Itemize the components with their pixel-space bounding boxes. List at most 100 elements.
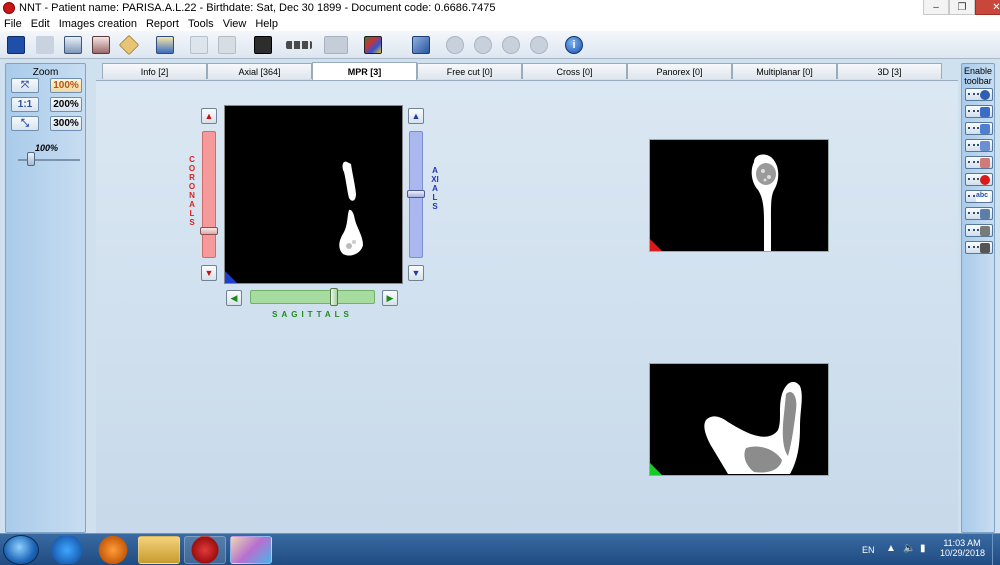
coronal-bone-image — [751, 154, 779, 251]
last-icon[interactable] — [530, 36, 548, 54]
taskbar: EN ▲ 🔈 ▮ 11:03 AM 10/29/2018 — [0, 533, 1000, 565]
menu-images-creation[interactable]: Images creation — [59, 18, 137, 30]
layout-icon[interactable] — [286, 41, 312, 49]
line-tool-button[interactable] — [965, 156, 993, 169]
angle-icon — [980, 107, 990, 117]
enable-toolbar-title-line2: toolbar — [964, 76, 992, 86]
tab-multiplanar[interactable]: Multiplanar [0] — [732, 63, 837, 79]
clock[interactable]: 11:03 AM 10/29/2018 — [940, 538, 985, 558]
tab-panorex[interactable]: Panorex [0] — [627, 63, 732, 79]
play-icon[interactable] — [502, 36, 520, 54]
copy-icon[interactable] — [64, 36, 82, 54]
title-bar: NNT - Patient name: PARISA.A.L.22 - Birt… — [0, 0, 1000, 16]
window-title: NNT - Patient name: PARISA.A.L.22 - Birt… — [19, 2, 496, 14]
sagittal-slider-thumb[interactable] — [330, 288, 338, 306]
axial-down-button[interactable]: ▼ — [408, 265, 424, 281]
language-indicator[interactable]: EN — [862, 545, 875, 555]
hand-tool-button[interactable] — [965, 241, 993, 254]
eraser-icon[interactable] — [118, 34, 140, 56]
zoom-100-button[interactable]: 100% — [50, 78, 82, 93]
info-icon[interactable]: i — [565, 36, 583, 54]
main-toolbar: i — [0, 31, 1000, 59]
previous-icon[interactable] — [474, 36, 492, 54]
start-button[interactable] — [3, 535, 39, 565]
window-controls: – ❐ ✕ — [923, 0, 1000, 15]
menu-help[interactable]: Help — [255, 18, 278, 30]
app-logo-icon — [3, 2, 15, 14]
media-player-icon[interactable] — [92, 536, 134, 564]
paste-icon[interactable] — [156, 36, 174, 54]
draw-icon — [980, 226, 990, 236]
axial-up-button[interactable]: ▲ — [408, 108, 424, 124]
view-tabs: Info [2] Axial [364] MPR [3] Free cut [0… — [102, 62, 942, 80]
tab-info[interactable]: Info [2] — [102, 63, 207, 79]
ruler-tool-button[interactable] — [965, 122, 993, 135]
nnt-app-icon[interactable] — [184, 536, 226, 564]
sagittal-view[interactable] — [649, 363, 829, 476]
sagittal-slider-track[interactable] — [250, 290, 375, 304]
angle-tool-button[interactable] — [965, 105, 993, 118]
tab-axial[interactable]: Axial [364] — [207, 63, 312, 79]
close-button[interactable]: ✕ — [975, 0, 1000, 15]
first-icon[interactable] — [446, 36, 464, 54]
network-icon[interactable]: ▮ — [920, 543, 926, 554]
show-desktop-button[interactable] — [992, 534, 1000, 565]
coronal-view[interactable] — [649, 139, 829, 252]
tab-3d[interactable]: 3D [3] — [837, 63, 942, 79]
document-icon[interactable] — [190, 36, 208, 54]
print-preview-icon[interactable] — [92, 36, 110, 54]
cut-icon[interactable] — [36, 36, 54, 54]
tray-expand-icon[interactable]: ▲ — [886, 543, 896, 554]
menu-edit[interactable]: Edit — [31, 18, 50, 30]
menu-view[interactable]: View — [223, 18, 247, 30]
clock-time: 11:03 AM — [943, 538, 981, 548]
file-explorer-icon[interactable] — [138, 536, 180, 564]
sagittal-orientation-marker — [650, 463, 662, 475]
stop-icon[interactable] — [254, 36, 272, 54]
axial-viewer[interactable] — [224, 105, 403, 284]
zoom-title: Zoom — [32, 67, 59, 78]
enable-toolbar-panel: Enable toolbar abc — [961, 63, 995, 533]
enable-toolbar-title-line1: Enable — [963, 66, 993, 76]
measure-tool-button[interactable] — [965, 88, 993, 101]
axial-slider-thumb[interactable] — [407, 190, 425, 198]
dot-tool-button[interactable] — [965, 173, 993, 186]
edit-icon[interactable] — [412, 36, 430, 54]
sagittal-left-button[interactable]: ◀ — [226, 290, 242, 306]
sagittal-right-button[interactable]: ▶ — [382, 290, 398, 306]
coronal-up-button[interactable]: ▲ — [201, 108, 217, 124]
printer-icon[interactable] — [218, 36, 236, 54]
layout-tool-button[interactable] — [965, 207, 993, 220]
zoom-panel: Zoom ⤧ 100% 1:1 200% ⤡ 300% 100% — [5, 63, 86, 533]
restore-button[interactable]: ❐ — [949, 0, 975, 15]
draw-tool-button[interactable] — [965, 224, 993, 237]
image-icon[interactable] — [364, 36, 382, 54]
menu-file[interactable]: File — [4, 18, 22, 30]
sagittal-bone-image — [704, 381, 802, 474]
coronal-down-button[interactable]: ▼ — [201, 265, 217, 281]
coronals-label: CORONALS — [188, 155, 196, 227]
minimize-button[interactable]: – — [923, 0, 949, 15]
zoom-200-button[interactable]: 200% — [50, 97, 82, 112]
save-icon[interactable] — [7, 36, 25, 54]
text-tool-button[interactable]: abc — [965, 190, 993, 203]
tab-mpr[interactable]: MPR [3] — [312, 62, 417, 80]
zoom-slider-thumb[interactable] — [27, 152, 35, 166]
actual-size-icon[interactable]: 1:1 — [11, 97, 39, 112]
zoom-tool-icon[interactable]: ⤡ — [11, 116, 39, 131]
internet-explorer-icon[interactable] — [46, 536, 88, 564]
coronal-orientation-marker — [650, 239, 662, 251]
rotate-icon[interactable] — [324, 36, 348, 54]
menu-tools[interactable]: Tools — [188, 18, 214, 30]
paint-icon[interactable] — [230, 536, 272, 564]
zoom-300-button[interactable]: 300% — [50, 116, 82, 131]
coronal-slider-thumb[interactable] — [200, 227, 218, 235]
menu-report[interactable]: Report — [146, 18, 179, 30]
coronal-slider-track[interactable] — [202, 131, 216, 258]
tab-free-cut[interactable]: Free cut [0] — [417, 63, 522, 79]
volume-icon[interactable]: 🔈 — [903, 543, 915, 554]
fit-window-icon[interactable]: ⤧ — [11, 78, 39, 93]
dot-icon — [980, 175, 990, 185]
grid-tool-button[interactable] — [965, 139, 993, 152]
tab-cross[interactable]: Cross [0] — [522, 63, 627, 79]
